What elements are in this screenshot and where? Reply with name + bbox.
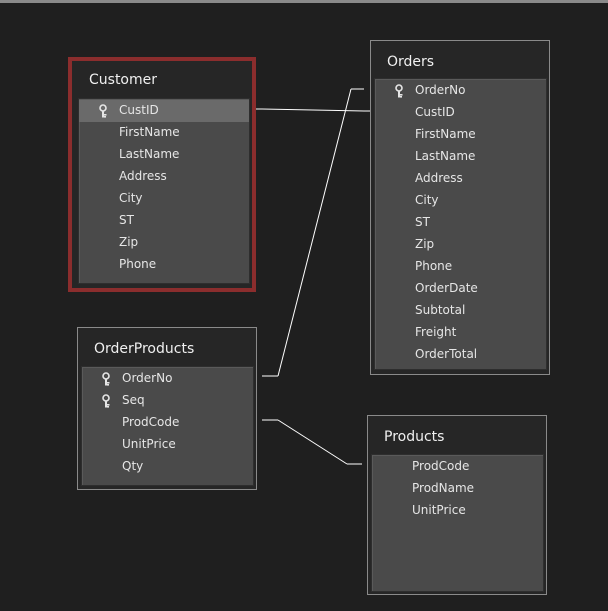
- customer-field-phone[interactable]: Phone: [79, 254, 249, 276]
- customer-field-list[interactable]: CustID FirstName LastName Address City ST Zip P…: [78, 98, 250, 284]
- orders-field-city[interactable]: City: [375, 190, 546, 212]
- customer-field-zip[interactable]: Zip: [79, 232, 249, 254]
- orders-field-list[interactable]: OrderNo CustID FirstName LastName Address Cit…: [374, 78, 547, 370]
- products-field-prodname[interactable]: ProdName: [372, 478, 543, 500]
- field-name: City: [415, 193, 439, 207]
- field-name: Address: [415, 171, 463, 185]
- field-name: CustID: [415, 105, 455, 119]
- key-icon: [102, 393, 114, 408]
- field-name: OrderTotal: [415, 347, 478, 361]
- orderproducts-field-prodcode[interactable]: ProdCode: [82, 412, 253, 434]
- orders-field-ordertotal[interactable]: OrderTotal: [375, 344, 546, 366]
- customer-field-custid[interactable]: CustID: [79, 100, 249, 122]
- field-name: City: [119, 191, 143, 205]
- field-name: ProdCode: [122, 415, 180, 429]
- orderproducts-table-title: OrderProducts: [94, 341, 195, 357]
- customer-field-city[interactable]: City: [79, 188, 249, 210]
- orders-field-lastname[interactable]: LastName: [375, 146, 546, 168]
- customer-field-st[interactable]: ST: [79, 210, 249, 232]
- orderproducts-field-unitprice[interactable]: UnitPrice: [82, 434, 253, 456]
- field-name: UnitPrice: [122, 437, 176, 451]
- key-icon: [102, 371, 114, 386]
- orders-field-phone[interactable]: Phone: [375, 256, 546, 278]
- customer-table-title: Customer: [89, 72, 158, 88]
- key-icon: [395, 83, 407, 98]
- customer-field-lastname[interactable]: LastName: [79, 144, 249, 166]
- field-name: Zip: [119, 235, 139, 249]
- relationships-canvas[interactable]: Customer CustID FirstName LastName Address C…: [0, 3, 608, 611]
- products-table[interactable]: Products ProdCode ProdName UnitPrice: [367, 415, 547, 595]
- field-name: ST: [119, 213, 134, 227]
- field-name: FirstName: [119, 125, 180, 139]
- field-name: Phone: [415, 259, 453, 273]
- field-name: ProdName: [412, 481, 475, 495]
- customer-table[interactable]: Customer CustID FirstName LastName Address C…: [68, 57, 256, 292]
- orders-field-st[interactable]: ST: [375, 212, 546, 234]
- field-name: Freight: [415, 325, 457, 339]
- relationship-orderproducts-orders[interactable]: [262, 88, 364, 377]
- field-name: Subtotal: [415, 303, 466, 317]
- orders-table-title: Orders: [387, 54, 435, 70]
- products-field-unitprice[interactable]: UnitPrice: [372, 500, 543, 522]
- relationship-customer-orders[interactable]: [256, 108, 372, 112]
- field-name: Seq: [122, 393, 145, 407]
- field-name: LastName: [119, 147, 180, 161]
- orderproducts-field-orderno[interactable]: OrderNo: [82, 368, 253, 390]
- orderproducts-field-seq[interactable]: Seq: [82, 390, 253, 412]
- field-name: UnitPrice: [412, 503, 466, 517]
- field-name: ProdCode: [412, 459, 470, 473]
- relationship-orderproducts-products[interactable]: [262, 419, 362, 465]
- field-name: FirstName: [415, 127, 476, 141]
- orders-table[interactable]: Orders OrderNo CustID FirstName LastName Add…: [370, 40, 550, 375]
- field-name: OrderNo: [122, 371, 173, 385]
- products-field-prodcode[interactable]: ProdCode: [372, 456, 543, 478]
- field-name: Address: [119, 169, 167, 183]
- field-name: OrderNo: [415, 83, 466, 97]
- orders-field-custid[interactable]: CustID: [375, 102, 546, 124]
- orderproducts-table[interactable]: OrderProducts OrderNo Seq ProdCode UnitPric…: [77, 327, 257, 490]
- products-field-list[interactable]: ProdCode ProdName UnitPrice: [371, 454, 544, 592]
- orders-field-firstname[interactable]: FirstName: [375, 124, 546, 146]
- key-icon: [99, 103, 111, 118]
- field-name: Zip: [415, 237, 435, 251]
- field-name: Phone: [119, 257, 157, 271]
- orders-field-orderdate[interactable]: OrderDate: [375, 278, 546, 300]
- customer-field-address[interactable]: Address: [79, 166, 249, 188]
- orders-field-freight[interactable]: Freight: [375, 322, 546, 344]
- field-name: ST: [415, 215, 430, 229]
- orders-field-subtotal[interactable]: Subtotal: [375, 300, 546, 322]
- field-name: CustID: [119, 103, 159, 117]
- orderproducts-field-qty[interactable]: Qty: [82, 456, 253, 478]
- orders-field-address[interactable]: Address: [375, 168, 546, 190]
- orders-field-orderno[interactable]: OrderNo: [375, 80, 546, 102]
- customer-field-firstname[interactable]: FirstName: [79, 122, 249, 144]
- products-table-title: Products: [384, 429, 445, 445]
- orderproducts-field-list[interactable]: OrderNo Seq ProdCode UnitPrice Qty: [81, 366, 254, 486]
- field-name: OrderDate: [415, 281, 478, 295]
- field-name: Qty: [122, 459, 144, 473]
- field-name: LastName: [415, 149, 476, 163]
- orders-field-zip[interactable]: Zip: [375, 234, 546, 256]
